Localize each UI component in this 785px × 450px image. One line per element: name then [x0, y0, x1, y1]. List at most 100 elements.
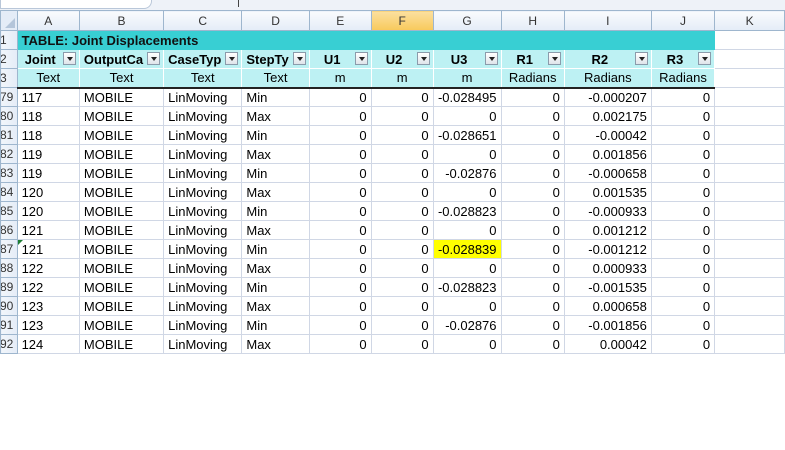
data-cell[interactable]: 120: [16, 201, 80, 221]
data-cell[interactable]: -0.028651: [432, 125, 502, 145]
data-cell[interactable]: 0: [650, 182, 716, 202]
cell[interactable]: [714, 239, 785, 259]
data-cell[interactable]: 0: [308, 125, 372, 145]
header-cell-u1[interactable]: U1: [308, 49, 372, 69]
data-cell[interactable]: 0: [308, 334, 372, 354]
header-cell-output-case[interactable]: OutputCa: [78, 49, 165, 69]
unit-cell[interactable]: Radians: [563, 68, 652, 89]
data-cell[interactable]: 0: [500, 106, 565, 126]
data-cell[interactable]: 0: [370, 201, 434, 221]
data-cell[interactable]: MOBILE: [78, 220, 165, 240]
data-cell[interactable]: 0: [650, 106, 716, 126]
data-cell[interactable]: 0: [500, 125, 565, 145]
row-header[interactable]: 90: [0, 296, 18, 316]
cell[interactable]: [714, 125, 785, 145]
data-cell[interactable]: LinMoving: [163, 220, 243, 240]
unit-cell[interactable]: m: [370, 68, 434, 89]
data-cell[interactable]: 119: [16, 163, 80, 183]
data-cell[interactable]: -0.028823: [432, 277, 502, 297]
row-header[interactable]: 89: [0, 277, 18, 297]
data-cell[interactable]: 0: [432, 182, 502, 202]
data-cell[interactable]: MOBILE: [78, 258, 165, 278]
unit-cell[interactable]: Text: [163, 68, 243, 89]
data-cell[interactable]: 0: [650, 125, 716, 145]
data-cell[interactable]: 0: [500, 163, 565, 183]
data-cell[interactable]: -0.00042: [563, 125, 652, 145]
data-cell[interactable]: Min: [241, 87, 310, 107]
data-cell[interactable]: MOBILE: [78, 87, 165, 107]
data-cell[interactable]: 0: [650, 277, 716, 297]
unit-cell[interactable]: Text: [241, 68, 310, 89]
data-cell[interactable]: -0.028839: [432, 239, 502, 259]
data-cell[interactable]: 123: [16, 296, 80, 316]
data-cell[interactable]: -0.000207: [563, 87, 652, 107]
data-cell[interactable]: 0.001535: [563, 182, 652, 202]
data-cell[interactable]: -0.02876: [432, 163, 502, 183]
column-header-j[interactable]: J: [650, 10, 716, 31]
unit-cell[interactable]: m: [432, 68, 502, 89]
cell[interactable]: [714, 68, 785, 88]
header-cell-r1[interactable]: R1: [500, 49, 565, 69]
data-cell[interactable]: 0: [650, 334, 716, 354]
data-cell[interactable]: 0: [308, 277, 372, 297]
data-cell[interactable]: 0: [370, 144, 434, 164]
data-cell[interactable]: Max: [241, 334, 310, 354]
column-header-i[interactable]: I: [563, 10, 652, 31]
row-header[interactable]: 88: [0, 258, 18, 278]
data-cell[interactable]: 0: [370, 315, 434, 335]
data-cell[interactable]: 0: [650, 220, 716, 240]
unit-cell[interactable]: Text: [16, 68, 80, 89]
header-cell-u3[interactable]: U3: [432, 49, 502, 69]
data-cell[interactable]: 0.001856: [563, 144, 652, 164]
data-cell[interactable]: Max: [241, 106, 310, 126]
data-cell[interactable]: 0: [500, 239, 565, 259]
data-cell[interactable]: 0: [370, 277, 434, 297]
cell[interactable]: [714, 30, 785, 50]
data-cell[interactable]: 0: [432, 144, 502, 164]
data-cell[interactable]: MOBILE: [78, 182, 165, 202]
data-cell[interactable]: 117: [16, 87, 80, 107]
data-cell[interactable]: Max: [241, 182, 310, 202]
column-header-g[interactable]: G: [432, 10, 502, 31]
data-cell[interactable]: 0: [650, 87, 716, 107]
data-cell[interactable]: LinMoving: [163, 277, 243, 297]
data-cell[interactable]: 0: [308, 220, 372, 240]
data-cell[interactable]: LinMoving: [163, 296, 243, 316]
row-header[interactable]: 91: [0, 315, 18, 335]
data-cell[interactable]: MOBILE: [78, 296, 165, 316]
data-cell[interactable]: -0.028823: [432, 201, 502, 221]
data-cell[interactable]: 118: [16, 125, 80, 145]
data-cell[interactable]: 0: [650, 258, 716, 278]
filter-dropdown-icon[interactable]: [484, 52, 498, 65]
data-cell[interactable]: 0: [650, 239, 716, 259]
data-cell[interactable]: 122: [16, 258, 80, 278]
data-cell[interactable]: 0: [370, 163, 434, 183]
filter-dropdown-icon[interactable]: [416, 52, 430, 65]
data-cell[interactable]: LinMoving: [163, 258, 243, 278]
select-all-button[interactable]: [0, 10, 18, 31]
data-cell[interactable]: 124: [16, 334, 80, 354]
data-cell[interactable]: 122: [16, 277, 80, 297]
data-cell[interactable]: 0: [308, 239, 372, 259]
header-cell-r3[interactable]: R3: [650, 49, 716, 69]
data-cell[interactable]: LinMoving: [163, 182, 243, 202]
data-cell[interactable]: 119: [16, 144, 80, 164]
cell[interactable]: [714, 296, 785, 316]
row-header[interactable]: 85: [0, 201, 18, 221]
data-cell[interactable]: 0: [500, 277, 565, 297]
unit-cell[interactable]: Text: [78, 68, 165, 89]
data-cell[interactable]: Min: [241, 163, 310, 183]
data-cell[interactable]: 0: [500, 201, 565, 221]
data-cell[interactable]: 0: [308, 144, 372, 164]
cell[interactable]: [714, 163, 785, 183]
row-header[interactable]: 2: [0, 49, 18, 69]
filter-dropdown-icon[interactable]: [147, 52, 161, 65]
data-cell[interactable]: 0: [308, 87, 372, 107]
filter-dropdown-icon[interactable]: [634, 52, 648, 65]
data-cell[interactable]: 120: [16, 182, 80, 202]
row-header[interactable]: 82: [0, 144, 18, 164]
row-header[interactable]: 86: [0, 220, 18, 240]
data-cell[interactable]: 0: [370, 182, 434, 202]
header-cell-r2[interactable]: R2: [563, 49, 652, 69]
filter-dropdown-icon[interactable]: [698, 52, 712, 65]
